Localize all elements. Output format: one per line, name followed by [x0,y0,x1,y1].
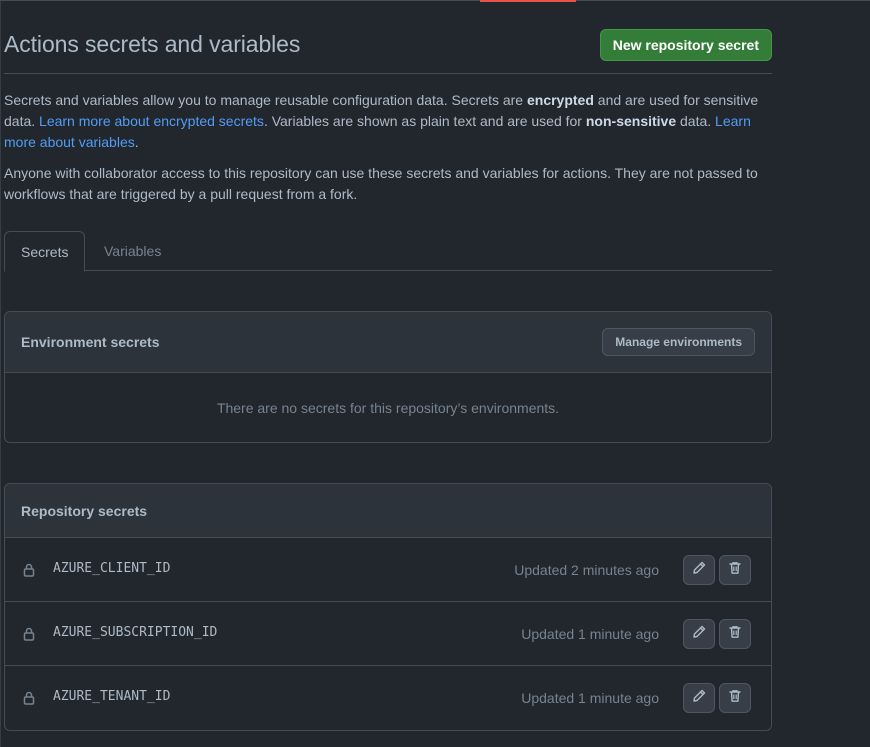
trash-icon [727,624,743,645]
environment-secrets-title: Environment secrets [21,334,160,350]
left-border [0,0,1,747]
learn-encrypted-secrets-link[interactable]: Learn more about encrypted secrets [39,113,264,129]
lock-icon [21,562,37,578]
secret-name: AZURE_SUBSCRIPTION_ID [53,625,218,640]
trash-icon [727,688,743,709]
secret-row: AZURE_TENANT_ID Updated 1 minute ago [5,666,771,730]
pencil-icon [691,688,707,709]
tab-secrets[interactable]: Secrets [4,231,86,272]
page-title: Actions secrets and variables [4,31,301,57]
lock-icon [21,690,37,706]
repository-secrets-title: Repository secrets [21,503,148,519]
trash-icon [727,560,743,581]
edit-secret-button[interactable] [683,555,715,585]
collaborator-access-note: Anyone with collaborator access to this … [4,165,758,202]
repository-secrets-header: Repository secrets [5,484,771,538]
description-text: Secrets and variables allow you to manag… [4,92,527,108]
edit-secret-button[interactable] [683,683,715,713]
tab-bar: Secrets Variables [4,231,772,272]
description-text: . [134,134,139,150]
secret-updated-time: Updated 1 minute ago [521,690,659,706]
environment-secrets-empty-message: There are no secrets for this repository… [216,400,560,416]
secret-name: AZURE_CLIENT_ID [53,561,171,576]
delete-secret-button[interactable] [719,619,751,649]
page-header: Actions secrets and variables New reposi… [4,28,772,74]
environment-secrets-header: Environment secrets Manage environments [5,312,771,373]
manage-environments-button[interactable]: Manage environments [602,328,755,356]
pencil-icon [691,624,707,645]
edit-secret-button[interactable] [683,619,715,649]
environment-secrets-box: Environment secrets Manage environments … [4,311,772,443]
tab-variables[interactable]: Variables [88,231,177,271]
description-emphasis-encrypted: encrypted [526,92,594,108]
repository-secrets-box: Repository secrets AZURE_CLIENT_ID Updat… [4,483,772,731]
delete-secret-button[interactable] [719,683,751,713]
secret-updated-time: Updated 1 minute ago [521,626,659,642]
lock-icon [21,626,37,642]
secret-row: AZURE_SUBSCRIPTION_ID Updated 1 minute a… [5,602,771,666]
secret-updated-time: Updated 2 minutes ago [514,562,659,578]
new-repository-secret-button[interactable]: New repository secret [599,29,772,61]
pencil-icon [691,560,707,581]
description-paragraph: Secrets and variables allow you to manag… [4,90,772,153]
description-text: data. [676,113,716,129]
description-emphasis-non-sensitive: non-sensitive [585,113,677,129]
secret-name: AZURE_TENANT_ID [53,689,171,704]
top-accent-bar [480,0,576,2]
secret-row: AZURE_CLIENT_ID Updated 2 minutes ago [5,538,771,602]
top-border [0,0,870,1]
delete-secret-button[interactable] [719,555,751,585]
description-text: . Variables are shown as plain text and … [263,113,586,129]
